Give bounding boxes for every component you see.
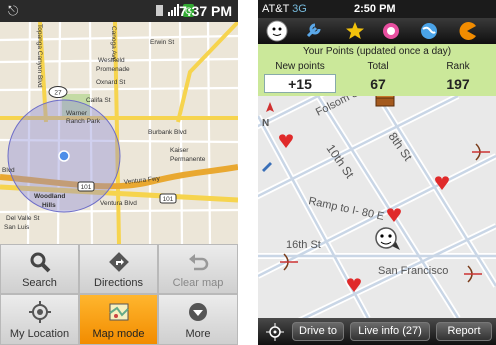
svg-text:101: 101 [81,184,92,191]
svg-text:N: N [262,118,269,129]
wrench-icon[interactable] [302,20,324,42]
directions-icon [109,252,129,272]
svg-text:Canoga Ave: Canoga Ave [110,26,117,62]
svg-text:Topanga Canyon Blvd: Topanga Canyon Blvd [36,24,43,88]
live-info-button[interactable]: Live info (27) [350,322,430,341]
map-view[interactable]: Folsom St 10th St 8th St Ramp to I- 80 E… [258,96,496,318]
route-shield: 101 [159,193,177,204]
my-location-button[interactable]: My Location [0,294,79,345]
new-points-value: +15 [288,76,312,92]
more-label: More [185,328,211,340]
more-icon [189,303,207,321]
undo-icon [189,254,209,271]
map-mode-label: Map mode [92,328,145,340]
usb-icon: ⎋ [8,3,19,18]
top-toolbar [258,18,496,44]
svg-text:Woodland: Woodland [34,193,65,200]
my-location-icon [29,301,51,323]
pacman-icon[interactable] [456,20,478,42]
clear-map-button[interactable]: Clear map [158,244,238,294]
route-shield: 101 [77,181,95,192]
drive-to-button[interactable]: Drive to [292,322,344,341]
rank-label: Rank [446,61,470,72]
directions-button[interactable]: Directions [79,244,158,294]
signal-icon [168,4,179,16]
map-mode-icon [109,303,129,321]
svg-text:101: 101 [163,196,174,203]
location-target-icon[interactable] [266,323,284,341]
my-location-label: My Location [9,328,70,340]
svg-text:San Luis: San Luis [4,224,30,231]
svg-text:Del Valle St: Del Valle St [6,215,40,222]
map-mode-button[interactable]: Map mode [79,294,158,345]
total-label: Total [367,61,389,72]
map-view[interactable]: 27 101 101 Westfield Promenade Oxnard St… [0,22,238,244]
waze-screen: AT&T 3G 2:50 PM Your Points (updated onc… [258,0,496,345]
carrier-label: AT&T 3G [262,3,307,15]
star-icon[interactable] [344,20,366,42]
svg-text:Permanente: Permanente [170,156,206,163]
battery-icon [156,5,163,16]
lollipop-icon[interactable] [380,20,402,42]
svg-text:Califa St: Califa St [86,97,111,104]
search-icon [30,252,51,273]
clear-map-label: Clear map [172,277,224,289]
wazer-avatar-icon[interactable] [264,19,292,43]
svg-text:16th St: 16th St [286,239,321,251]
svg-text:San Francisco: San Francisco [378,265,448,277]
status-time: 2:50 PM [354,3,396,15]
svg-text:Ventura Blvd: Ventura Blvd [100,200,137,207]
points-panel: Your Points (updated once a day) New poi… [258,44,496,96]
svg-text:Burbank Blvd: Burbank Blvd [148,129,187,136]
status-bar: AT&T 3G 2:50 PM [258,0,496,18]
svg-text:Ranch Park: Ranch Park [66,118,101,125]
route-shield: 27 [48,86,68,98]
status-time: 7:37 PM [179,3,232,19]
bottom-bar: Drive to Live info (27) Report [258,318,496,345]
treasure-chest-icon[interactable] [375,96,395,107]
new-points-label: New points [275,61,325,72]
svg-text:Blvd: Blvd [2,167,15,174]
svg-text:Kaiser: Kaiser [170,147,189,154]
map-canvas[interactable]: Folsom St 10th St 8th St Ramp to I- 80 E… [258,96,496,318]
map-canvas[interactable]: 27 101 101 Westfield Promenade Oxnard St… [0,22,238,244]
svg-text:Warner: Warner [66,110,88,117]
svg-text:Erwin St: Erwin St [150,39,174,46]
search-label: Search [22,277,57,289]
directions-label: Directions [94,277,143,289]
svg-text:Oxnard St: Oxnard St [96,79,125,86]
android-maps-screen: ⎋ G 7:37 PM 27 101 101 Westfield Promena… [0,0,238,345]
total-value: 67 [370,76,386,92]
svg-text:27: 27 [54,90,62,97]
svg-text:Promenade: Promenade [96,66,130,73]
more-button[interactable]: More [158,294,238,345]
rank-value: 197 [446,76,470,92]
current-location-dot [58,150,70,162]
report-button[interactable]: Report [436,322,492,341]
search-button[interactable]: Search [0,244,79,294]
globe-icon[interactable] [418,20,440,42]
options-menu: Search Directions Clear map My Location … [0,244,238,345]
points-title: Your Points (updated once a day) [302,46,452,57]
status-bar: ⎋ G 7:37 PM [0,0,238,22]
svg-text:Hills: Hills [42,202,56,209]
